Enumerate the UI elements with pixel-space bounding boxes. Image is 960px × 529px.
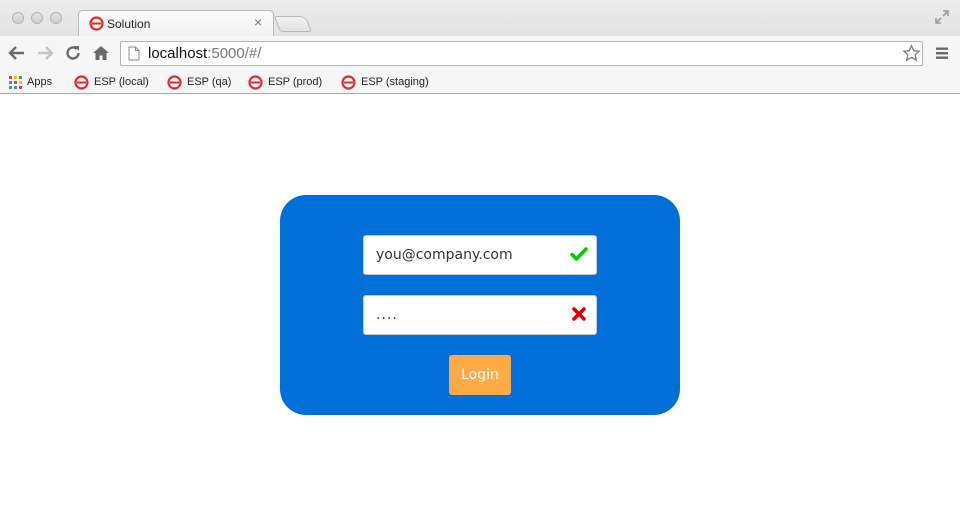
tab-title: Solution <box>107 17 151 31</box>
bookmark-star-icon[interactable] <box>902 44 921 63</box>
login-button[interactable]: Login <box>449 355 511 395</box>
bookmark-label: Apps <box>27 76 53 88</box>
address-bar[interactable]: localhost:5000/#/ <box>120 41 923 66</box>
apps-grid-icon <box>9 75 22 89</box>
forward-button[interactable] <box>35 43 55 63</box>
browser-menu-icon[interactable] <box>934 45 950 61</box>
url-host: localhost <box>148 45 208 62</box>
window-zoom-button[interactable] <box>50 12 62 24</box>
tab-close-icon[interactable]: × <box>254 14 262 30</box>
home-button[interactable] <box>91 43 111 63</box>
email-field[interactable] <box>363 235 597 275</box>
password-field[interactable] <box>363 295 597 335</box>
checkmark-icon <box>570 247 588 261</box>
page-icon <box>128 46 140 61</box>
bookmark-label: ESP (local) <box>94 76 149 88</box>
reload-icon <box>66 46 80 60</box>
url-text: localhost:5000/#/ <box>148 45 261 62</box>
email-input[interactable] <box>364 236 596 274</box>
cross-icon <box>572 307 586 321</box>
bookmark-esp-local[interactable]: ESP (local) <box>74 74 149 90</box>
forward-arrow-icon <box>38 46 54 60</box>
back-button[interactable] <box>7 43 27 63</box>
url-path: :5000/#/ <box>207 45 262 62</box>
login-card: Login <box>280 195 680 415</box>
password-input[interactable] <box>364 296 596 334</box>
window-minimize-button[interactable] <box>31 12 43 24</box>
esp-logo-icon <box>74 74 89 90</box>
esp-logo-icon <box>248 74 263 90</box>
back-arrow-icon <box>8 46 24 60</box>
bookmark-esp-qa[interactable]: ESP (qa) <box>167 74 231 90</box>
bookmark-esp-prod[interactable]: ESP (prod) <box>248 74 322 90</box>
new-tab-button[interactable] <box>274 16 312 32</box>
bookmark-esp-staging[interactable]: ESP (staging) <box>341 74 429 90</box>
bookmark-apps[interactable]: Apps <box>9 74 52 90</box>
bookmark-label: ESP (staging) <box>361 76 429 88</box>
home-icon <box>93 46 109 60</box>
bookmark-label: ESP (qa) <box>187 76 232 88</box>
window-close-button[interactable] <box>12 12 24 24</box>
bookmark-label: ESP (prod) <box>268 76 323 88</box>
esp-logo-icon <box>341 74 356 90</box>
esp-favicon-icon <box>89 16 104 31</box>
reload-button[interactable] <box>63 43 83 63</box>
fullscreen-icon[interactable] <box>934 9 950 25</box>
esp-logo-icon <box>167 74 182 90</box>
